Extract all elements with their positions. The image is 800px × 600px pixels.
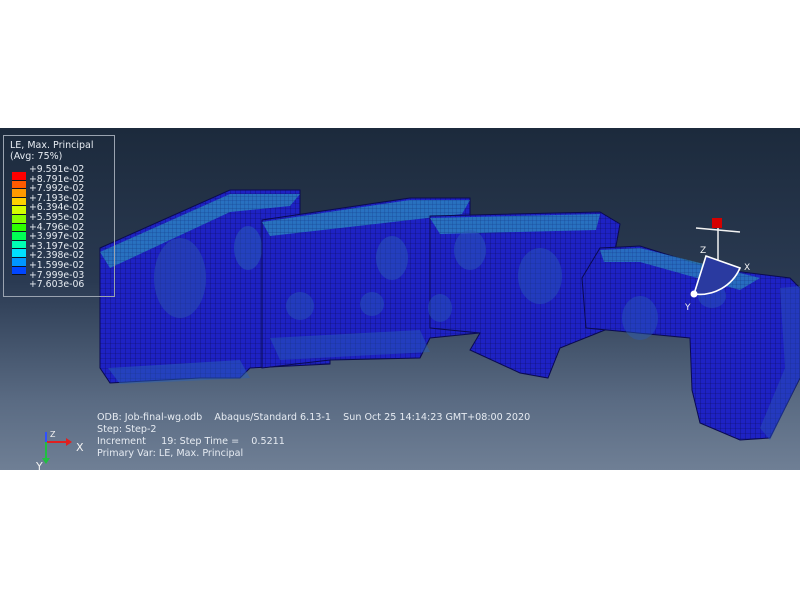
legend-title: LE, Max. Principal (Avg: 75%) <box>10 140 94 162</box>
legend-value: +7.603e-06 <box>29 279 85 291</box>
legend-swatch <box>12 223 26 233</box>
triad-y-label: Y <box>35 460 43 470</box>
csys-z-label: Z <box>700 246 706 256</box>
segment-4 <box>581 245 800 441</box>
legend-swatch <box>12 240 26 250</box>
legend-swatch <box>12 172 26 181</box>
legend-swatch <box>12 189 26 198</box>
legend-variable: LE, Max. Principal <box>10 140 94 151</box>
legend-swatch <box>12 214 26 224</box>
legend-color-bar <box>12 172 26 276</box>
view-triad[interactable]: X Y Z <box>32 428 92 470</box>
legend-values: +9.591e-02 +8.791e-02 +7.992e-02 +7.193e-02… <box>29 165 84 290</box>
legend-swatch <box>12 197 26 207</box>
legend-swatch <box>12 266 26 276</box>
triad-z-label: Z <box>50 430 56 439</box>
legend-swatch <box>12 180 26 190</box>
legend-swatch <box>12 206 26 215</box>
primary-var-line: Primary Var: LE, Max. Principal <box>97 448 244 459</box>
contour-legend[interactable]: LE, Max. Principal (Avg: 75%) +9.591e-02… <box>3 135 115 297</box>
increment-line: Increment 19: Step Time = 0.5211 <box>97 436 285 447</box>
viewport-info: ODB: Job-final-wg.odb Abaqus/Standard 6.… <box>97 412 530 460</box>
legend-swatch <box>12 249 26 258</box>
viewport[interactable]: Z X Y LE, Max. Principal (Avg: 75%) +9.5… <box>0 128 800 470</box>
triad-x-label: X <box>76 441 84 454</box>
legend-swatch <box>12 257 26 267</box>
legend-swatch <box>12 232 26 241</box>
csys-marker-icon[interactable] <box>712 218 722 228</box>
step-line: Step: Step-2 <box>97 424 157 435</box>
csys-y-label: Y <box>684 303 691 313</box>
odb-info-line: ODB: Job-final-wg.odb Abaqus/Standard 6.… <box>97 412 531 423</box>
legend-averaging: (Avg: 75%) <box>10 151 63 162</box>
csys-x-label: X <box>744 263 750 273</box>
